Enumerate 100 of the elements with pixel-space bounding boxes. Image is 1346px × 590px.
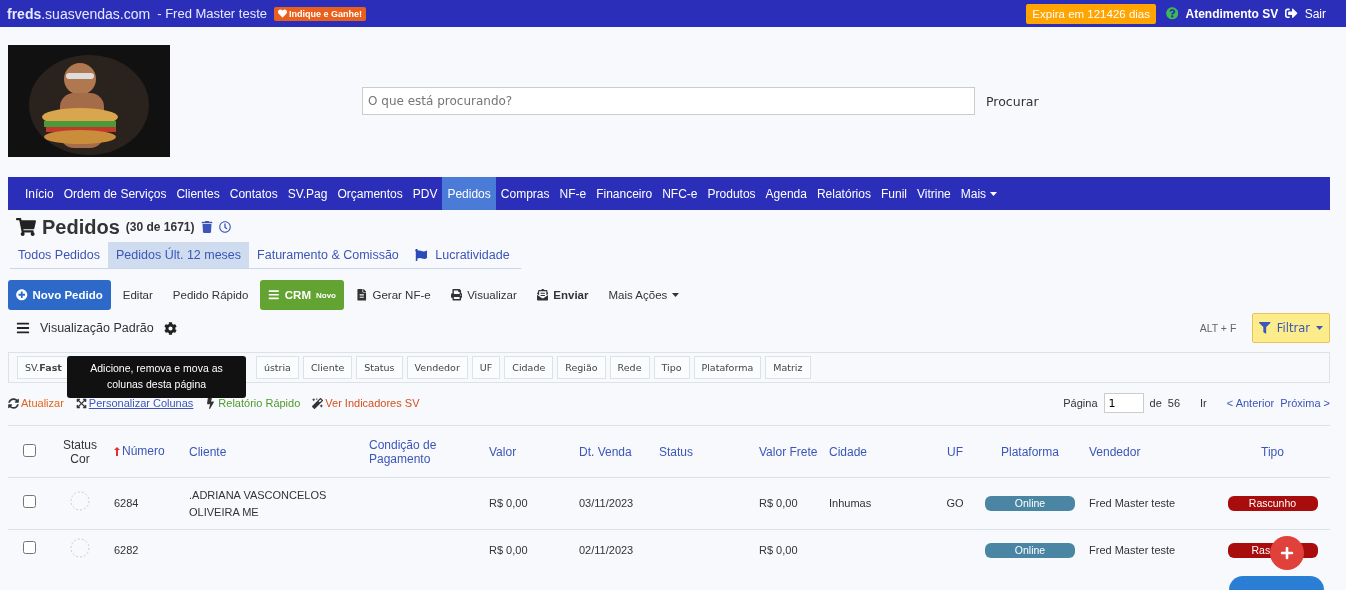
empty-color-icon bbox=[70, 537, 90, 558]
row-checkbox[interactable] bbox=[22, 494, 36, 508]
caret-icon bbox=[672, 293, 680, 297]
view-name: Visualização Padrão bbox=[40, 321, 154, 335]
column-header[interactable]: Dt. Venda bbox=[579, 444, 632, 459]
column-header[interactable]: UF bbox=[947, 444, 963, 459]
tooltip: Adicione, remova e mova as colunas desta página bbox=[67, 356, 246, 398]
nav-item[interactable]: Contatos bbox=[224, 177, 283, 210]
table-cell: R$ 0,00 bbox=[759, 543, 798, 556]
chat-button[interactable] bbox=[1229, 576, 1324, 590]
filter-chip[interactable]: Vendedor bbox=[406, 356, 468, 379]
action-button[interactable]: Enviar bbox=[528, 280, 597, 310]
column-header[interactable]: Plataforma bbox=[1001, 444, 1059, 459]
nav-item[interactable]: Pedidos bbox=[442, 177, 496, 210]
row-checkbox[interactable] bbox=[22, 541, 36, 554]
table-cell: .ADRIANA VASCONCELOS OLIVEIRA ME bbox=[189, 489, 327, 518]
clock-icon[interactable] bbox=[218, 221, 231, 233]
filter-chip[interactable]: Rede bbox=[609, 356, 650, 379]
column-header[interactable]: Número bbox=[122, 444, 165, 459]
filter-chip[interactable]: UF bbox=[471, 356, 501, 379]
table-cell: Inhumas bbox=[829, 497, 872, 510]
logout-link[interactable]: Sair bbox=[1304, 6, 1326, 21]
filter-chip[interactable]: SV.Fast bbox=[17, 356, 70, 379]
search-button[interactable]: Procurar bbox=[975, 93, 1050, 109]
column-header[interactable]: Cidade bbox=[829, 444, 868, 459]
nav-item[interactable]: Início bbox=[20, 177, 59, 210]
action-button[interactable]: Mais Ações bbox=[600, 280, 688, 310]
tab[interactable]: Faturamento & Comissão bbox=[249, 242, 407, 268]
platform-badge: Online bbox=[985, 542, 1075, 558]
toolbar-link[interactable]: Ver Indicadores SV bbox=[325, 397, 420, 409]
filter-chip[interactable]: ústria bbox=[255, 356, 299, 379]
nav-item[interactable]: Clientes bbox=[171, 177, 225, 210]
previous-link[interactable]: < Anterior bbox=[1226, 397, 1275, 409]
tab[interactable]: Pedidos Últ. 12 meses bbox=[108, 242, 250, 268]
heart-icon bbox=[278, 9, 287, 18]
toolbar-link[interactable]: Personalizar Colunas bbox=[88, 397, 194, 409]
tab[interactable]: Todos Pedidos bbox=[10, 242, 108, 268]
page-of: de bbox=[1149, 397, 1162, 409]
menu-icon[interactable] bbox=[16, 321, 30, 335]
column-header[interactable]: Vendedor bbox=[1089, 444, 1141, 459]
next-link[interactable]: Próxima > bbox=[1280, 397, 1330, 409]
nav-item[interactable]: Mais bbox=[955, 177, 1003, 210]
filter-chip[interactable]: Status bbox=[356, 356, 403, 379]
trash-icon[interactable] bbox=[200, 221, 213, 233]
column-header[interactable]: Status Cor bbox=[60, 437, 100, 466]
table-cell: Fred Master teste bbox=[1089, 497, 1176, 510]
go-link[interactable]: Ir bbox=[1200, 397, 1207, 409]
nav-item[interactable]: Agenda bbox=[760, 177, 812, 210]
filter-chip[interactable]: Cidade bbox=[504, 356, 554, 379]
nav-item[interactable]: NFC-e bbox=[657, 177, 703, 210]
action-button[interactable]: Pedido Rápido bbox=[164, 280, 257, 310]
column-header[interactable]: Valor bbox=[489, 444, 517, 459]
record-count: (30 de 1671) bbox=[125, 220, 195, 234]
bolt-icon bbox=[205, 397, 217, 409]
nav-item[interactable]: PDV bbox=[407, 177, 443, 210]
nav-item[interactable]: SV.Pag bbox=[282, 177, 333, 210]
tab[interactable]: Lucratividade bbox=[406, 242, 518, 268]
filter-chip[interactable]: Região bbox=[557, 356, 606, 379]
filter-chip[interactable]: Plataforma bbox=[693, 356, 762, 379]
nav-item[interactable]: Ordem de Serviços bbox=[58, 177, 172, 210]
action-button[interactable]: Visualizar bbox=[442, 280, 525, 310]
search-field[interactable]: O que está procurando? bbox=[362, 87, 975, 115]
filter-button[interactable]: Filtrar bbox=[1252, 313, 1330, 343]
type-badge: Rascunho bbox=[1227, 496, 1318, 512]
nav-item[interactable]: Relatórios bbox=[811, 177, 876, 210]
table-cell: 6284 bbox=[114, 497, 139, 510]
logout-icon bbox=[1285, 7, 1298, 20]
page-input[interactable]: 1 bbox=[1103, 393, 1144, 413]
column-header[interactable]: Tipo bbox=[1261, 444, 1284, 459]
action-button[interactable]: Editar bbox=[114, 280, 161, 310]
nav-item[interactable]: Financeiro bbox=[591, 177, 658, 210]
user-name: - Fred Master teste bbox=[157, 6, 267, 21]
help-icon bbox=[1166, 7, 1179, 20]
nav-item[interactable]: Produtos bbox=[702, 177, 761, 210]
filter-chip[interactable]: Matriz bbox=[765, 356, 811, 379]
filter-chip[interactable]: Cliente bbox=[302, 356, 353, 379]
nav-item[interactable]: Compras bbox=[495, 177, 555, 210]
column-header[interactable]: Condição de Pagamento bbox=[369, 437, 469, 466]
page-label: Página bbox=[1063, 397, 1098, 409]
arrows-icon bbox=[75, 397, 87, 409]
filter-icon bbox=[1259, 322, 1271, 334]
filter-chip[interactable]: Tipo bbox=[653, 356, 690, 379]
column-header[interactable]: Valor Frete bbox=[759, 444, 818, 459]
nav-item[interactable]: Orçamentos bbox=[332, 177, 408, 210]
nav-item[interactable]: NF-e bbox=[554, 177, 592, 210]
caret-icon bbox=[1316, 326, 1323, 330]
column-header[interactable]: Status bbox=[659, 444, 694, 459]
action-button[interactable]: Novo Pedido bbox=[8, 280, 111, 310]
table-cell: R$ 0,00 bbox=[489, 497, 528, 510]
add-button[interactable] bbox=[1270, 536, 1304, 570]
site-name: freds.suasvendas.com bbox=[7, 5, 151, 22]
settings-icon[interactable] bbox=[163, 321, 177, 335]
plus-icon bbox=[1280, 546, 1294, 560]
nav-item[interactable]: Vitrine bbox=[912, 177, 956, 210]
column-header[interactable]: Cliente bbox=[189, 444, 227, 459]
select-all-checkbox[interactable] bbox=[22, 443, 36, 457]
nav-item[interactable]: Funil bbox=[875, 177, 912, 210]
action-button[interactable]: Gerar NF-e bbox=[348, 280, 439, 310]
support-link[interactable]: Atendimento SV bbox=[1185, 6, 1279, 21]
cart-icon bbox=[16, 217, 36, 237]
